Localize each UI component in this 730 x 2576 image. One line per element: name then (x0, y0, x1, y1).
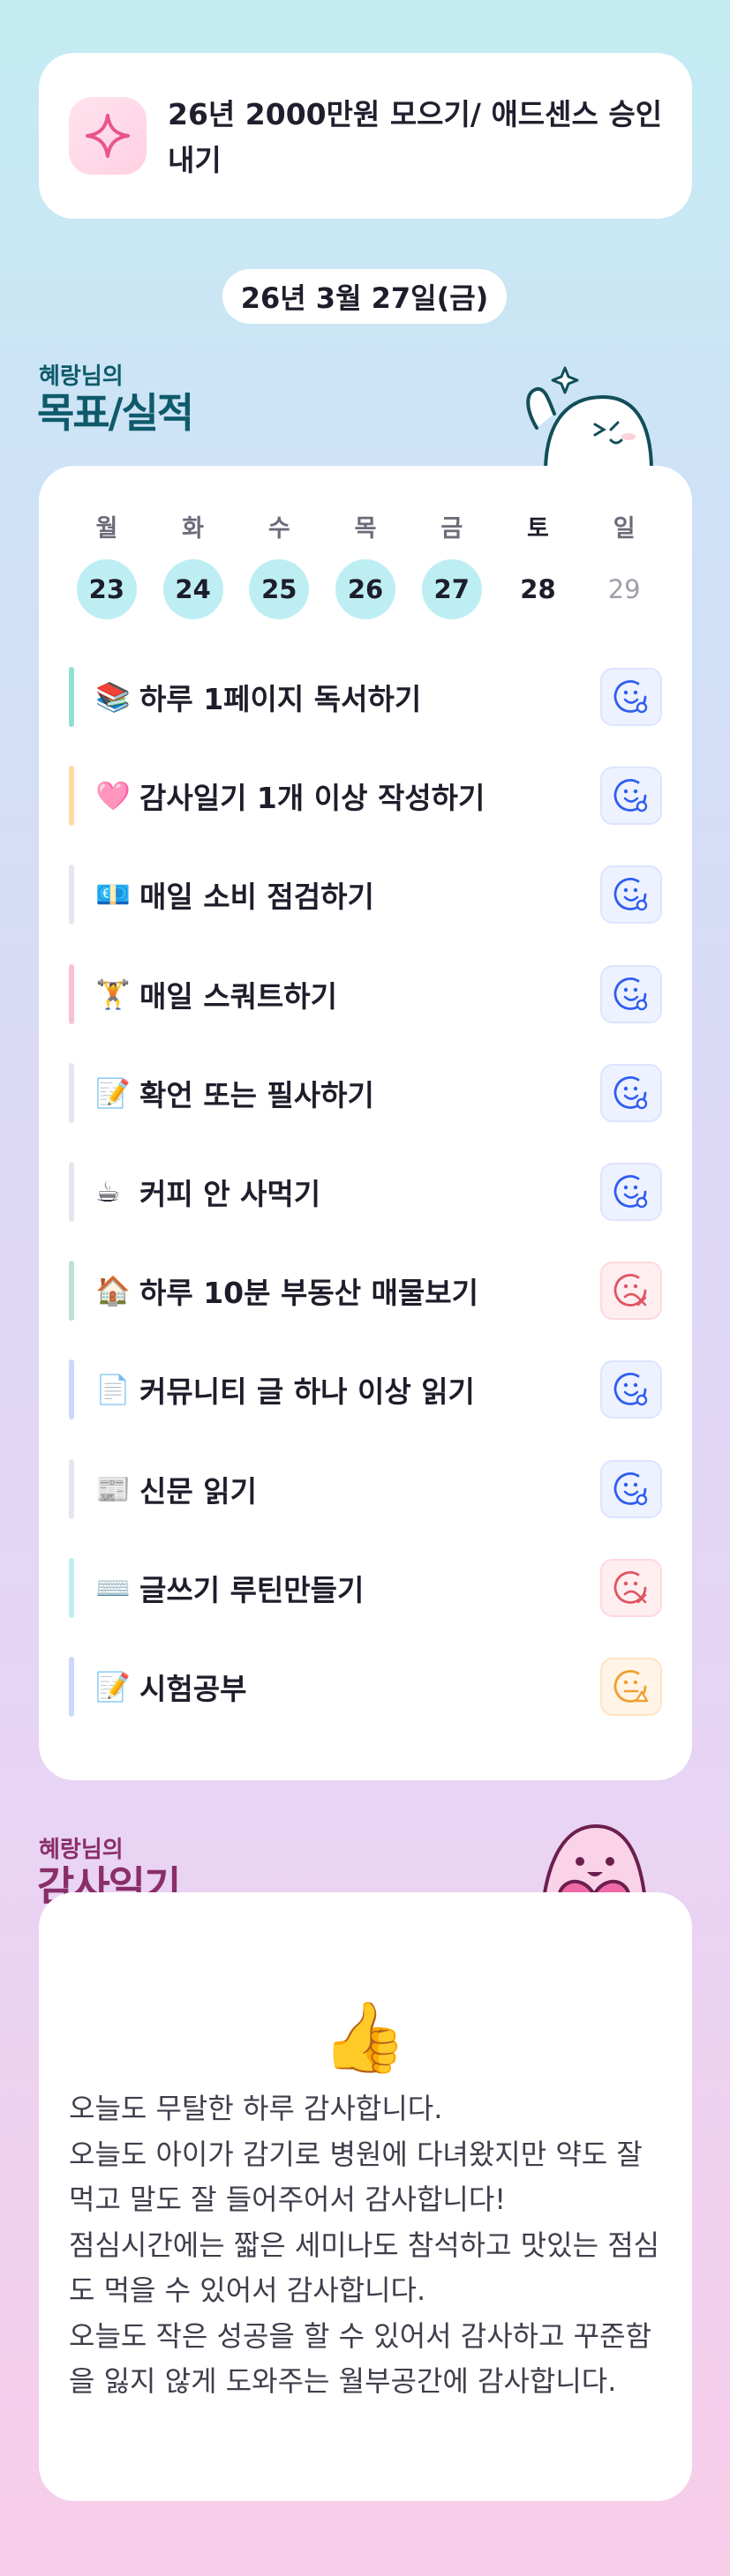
day-date: 28 (520, 574, 556, 604)
diary-line: 오늘도 작은 성공을 할 수 있어서 감사하고 꾸준함을 잃지 않게 도와주는 … (69, 2318, 652, 2399)
habit-row[interactable]: ☕ 커피 안 사먹기 (69, 1161, 662, 1223)
sparkle-icon (69, 97, 147, 175)
mascot-waving-illustration (519, 348, 660, 474)
day-date: 29 (607, 574, 641, 604)
habit-emoji-icon: 📄 (95, 1373, 131, 1407)
habit-color-bar (69, 766, 74, 827)
habit-row[interactable]: 🏠 하루 10분 부동산 매물보기 (69, 1260, 662, 1322)
habit-emoji-icon: 🩷 (95, 779, 131, 813)
thumbs-up-icon: 👍 (321, 1998, 408, 2078)
habit-label: 시험공부 (139, 1672, 247, 1706)
day-name: 토 (527, 515, 549, 543)
habit-emoji-icon: 💶 (95, 878, 131, 912)
diary-card: 👍 오늘도 무탈한 하루 감사합니다. 오늘도 아이가 감기로 병원에 다녀왔지… (39, 1892, 692, 2501)
habit-row[interactable]: 🩷 감사일기 1개 이상 작성하기 (69, 765, 662, 827)
day-name: 목 (354, 515, 377, 543)
sad-x-icon[interactable] (600, 1558, 662, 1617)
goals-section-title: 목표/실적 (37, 389, 194, 437)
habit-label: 글쓰기 루틴만들기 (139, 1572, 365, 1607)
goals-card: 월 23 화 24 수 25 목 26 금 27 토 28 일 29 📚 하루 1… (39, 466, 692, 1780)
smile-check-icon[interactable] (600, 1459, 662, 1518)
smile-check-icon[interactable] (600, 1063, 662, 1122)
day-column[interactable]: 월 23 (64, 512, 150, 626)
habit-color-bar (69, 1162, 74, 1222)
day-column[interactable]: 일 29 (581, 512, 667, 626)
habit-row[interactable]: 📚 하루 1페이지 독서하기 (69, 666, 662, 728)
habit-color-bar (69, 1062, 74, 1123)
habit-row[interactable]: 📝 시험공부 (69, 1656, 662, 1718)
habit-label: 커피 안 사먹기 (139, 1177, 321, 1211)
habit-label: 확언 또는 필사하기 (139, 1077, 374, 1112)
diary-text: 오늘도 무탈한 하루 감사합니다. 오늘도 아이가 감기로 병원에 다녀왔지만 … (69, 2086, 669, 2405)
habit-emoji-icon: ☕ (95, 1175, 121, 1209)
habit-emoji-icon: 📝 (95, 1670, 131, 1704)
day-date: 24 (162, 559, 223, 619)
diary-line: 오늘도 무탈한 하루 감사합니다. (69, 2092, 443, 2125)
habit-row[interactable]: 📝 확언 또는 필사하기 (69, 1062, 662, 1124)
habit-color-bar (69, 1657, 74, 1717)
goal-text: 26년 2000만원 모으기/ 애드센스 승인내기 (168, 97, 663, 177)
smile-check-icon[interactable] (600, 1163, 662, 1221)
day-name: 수 (267, 515, 290, 543)
day-date: 26 (335, 559, 396, 619)
smile-check-icon[interactable] (600, 1360, 662, 1419)
habit-label: 매일 소비 점검하기 (139, 880, 374, 915)
habit-emoji-icon: 📝 (95, 1075, 131, 1110)
habit-color-bar (69, 1458, 74, 1519)
day-column[interactable]: 목 26 (322, 512, 409, 626)
smile-check-icon[interactable] (600, 668, 662, 726)
day-column[interactable]: 수 25 (236, 512, 322, 626)
habit-color-bar (69, 1261, 74, 1322)
day-column[interactable]: 금 27 (409, 512, 495, 626)
day-name: 화 (182, 515, 204, 543)
habit-row[interactable]: 📰 신문 읽기 (69, 1458, 662, 1520)
habit-row[interactable]: 💶 매일 소비 점검하기 (69, 864, 662, 925)
smile-check-icon[interactable] (600, 964, 662, 1023)
habit-emoji-icon: 🏋️ (95, 977, 131, 1011)
habit-color-bar (69, 1359, 74, 1420)
smile-check-icon[interactable] (600, 767, 662, 826)
diary-line: 오늘도 아이가 감기로 병원에 다녀왔지만 약도 잘 먹고 말도 잘 들어주어서… (69, 2137, 643, 2217)
day-column-today[interactable]: 토 28 (495, 512, 582, 626)
habit-label: 매일 스쿼트하기 (139, 978, 338, 1014)
habit-label: 하루 1페이지 독서하기 (139, 682, 422, 716)
goal-card[interactable]: 26년 2000만원 모으기/ 애드센스 승인내기 (39, 53, 692, 219)
habit-label: 신문 읽기 (139, 1473, 257, 1509)
day-name: 일 (613, 515, 636, 543)
habit-color-bar (69, 667, 74, 727)
habit-color-bar (69, 963, 74, 1024)
smile-check-icon[interactable] (600, 865, 662, 925)
sad-x-icon[interactable] (600, 1262, 662, 1321)
day-date: 23 (76, 559, 137, 619)
habit-row[interactable]: 🏋️ 매일 스쿼트하기 (69, 963, 662, 1025)
day-date: 27 (421, 559, 482, 619)
habit-label: 커뮤니티 글 하나 이상 읽기 (139, 1374, 475, 1410)
habit-row[interactable]: ⌨️ 글쓰기 루틴만들기 (69, 1557, 662, 1619)
day-name: 월 (95, 515, 118, 543)
habit-label: 하루 10분 부동산 매물보기 (139, 1276, 478, 1311)
day-name: 금 (440, 515, 463, 543)
habit-emoji-icon: ⌨️ (95, 1570, 131, 1605)
face-warning-icon[interactable] (600, 1658, 662, 1716)
week-calendar: 월 23 화 24 수 25 목 26 금 27 토 28 일 29 (64, 512, 667, 626)
habit-row[interactable]: 📄 커뮤니티 글 하나 이상 읽기 (69, 1359, 662, 1420)
diary-line: 점심시간에는 짧은 세미나도 참석하고 맛있는 점심도 먹을 수 있어서 감사합… (69, 2228, 660, 2308)
day-column[interactable]: 화 24 (150, 512, 237, 626)
habit-label: 감사일기 1개 이상 작성하기 (139, 781, 485, 816)
habit-emoji-icon: 🏠 (95, 1274, 131, 1308)
date-label: 26년 3월 27일(금) (222, 269, 507, 324)
habit-emoji-icon: 📚 (95, 680, 131, 714)
day-date: 25 (249, 559, 310, 619)
habit-color-bar (69, 865, 74, 925)
habit-emoji-icon: 📰 (95, 1471, 131, 1506)
habit-color-bar (69, 1557, 74, 1618)
